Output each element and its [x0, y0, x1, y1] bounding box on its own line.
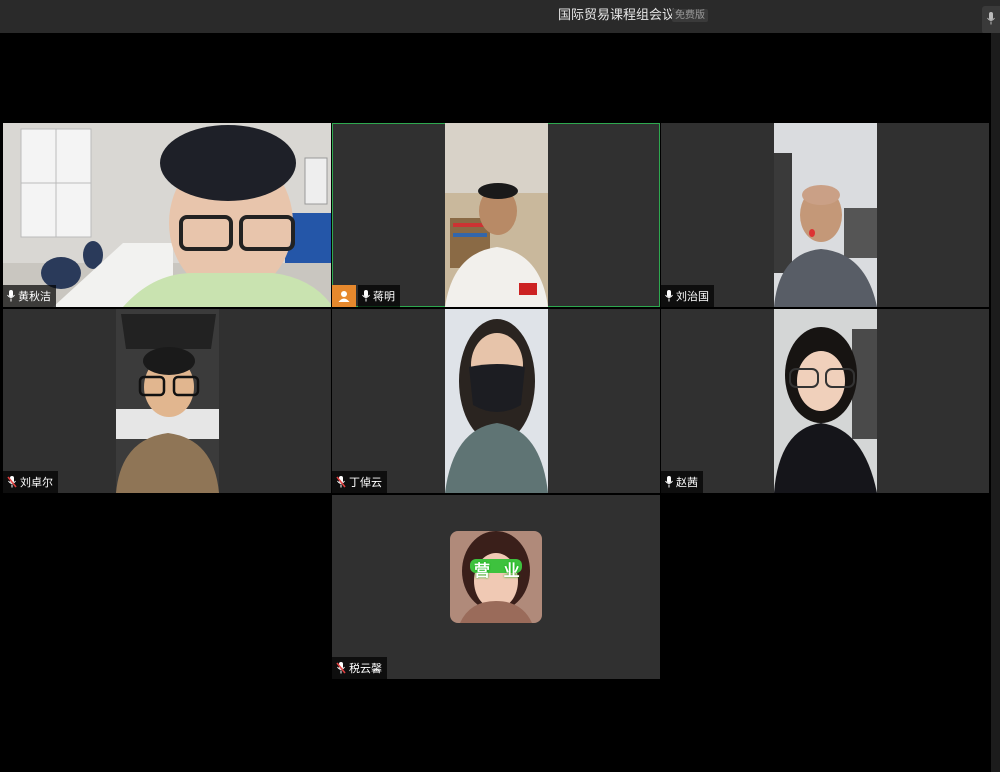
participant-name-bar: 税云馨 — [332, 657, 387, 679]
participant-video — [774, 123, 877, 307]
participant-video — [3, 123, 331, 307]
participant-name: 刘治国 — [676, 290, 709, 303]
participant-name-bar: 黄秋洁 — [3, 285, 56, 307]
participant-name-bar: 丁倬云 — [332, 471, 387, 493]
participant-name: 黄秋洁 — [18, 290, 51, 303]
participant-name: 丁倬云 — [349, 476, 382, 489]
participant-name: 税云馨 — [349, 662, 382, 675]
participant-name-bar: 刘治国 — [661, 285, 714, 307]
participant-avatar: 营 业 — [450, 531, 542, 623]
mic-icon — [987, 12, 995, 25]
top-black-band — [0, 33, 991, 122]
meeting-title: 国际贸易课程组会议 — [558, 8, 676, 23]
mic-icon — [362, 290, 370, 302]
title-bar: 国际贸易课程组会议 免费版 — [0, 0, 1000, 34]
participant-name-bar: 蒋明 — [358, 285, 400, 307]
mic-icon — [665, 476, 673, 488]
video-tile[interactable]: 丁倬云 — [332, 309, 660, 493]
side-panel-toggle[interactable] — [982, 6, 1000, 34]
participant-name-bar: 刘卓尔 — [3, 471, 58, 493]
mic-icon — [7, 290, 15, 302]
edition-badge: 免费版 — [672, 9, 708, 22]
mic-muted-icon — [336, 476, 346, 488]
host-badge — [332, 285, 356, 307]
video-tile[interactable]: 黄秋洁 — [3, 123, 331, 307]
video-tile[interactable]: 赵茜 — [661, 309, 989, 493]
mic-muted-icon — [336, 662, 346, 674]
mic-icon — [665, 290, 673, 302]
participant-name: 赵茜 — [676, 476, 698, 489]
participant-video — [774, 309, 877, 493]
participant-name: 刘卓尔 — [20, 476, 53, 489]
participant-name-bar: 赵茜 — [661, 471, 703, 493]
host-icon — [338, 291, 350, 302]
video-tile[interactable]: 刘治国 — [661, 123, 989, 307]
mic-muted-icon — [7, 476, 17, 488]
video-tile[interactable]: 刘卓尔 — [3, 309, 331, 493]
avatar-overlay-text: 营 业 — [474, 561, 524, 580]
participant-video — [116, 309, 219, 493]
participant-video — [445, 123, 548, 307]
participant-name: 蒋明 — [373, 290, 395, 303]
video-tile-camera-off[interactable]: 营 业 税云馨 — [332, 495, 660, 679]
participant-video — [445, 309, 548, 493]
right-edge-strip — [991, 33, 1000, 772]
video-tile-active-speaker[interactable]: 蒋明 — [332, 123, 660, 307]
